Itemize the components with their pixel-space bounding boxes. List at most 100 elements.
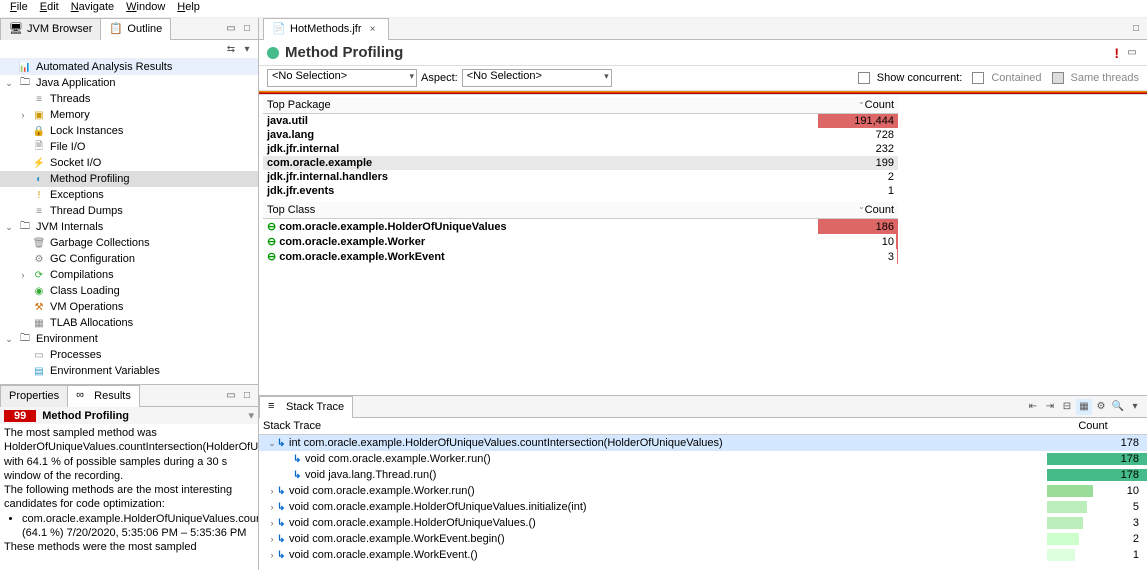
tree-root[interactable]: 📊Automated Analysis Results bbox=[0, 59, 258, 75]
col-header[interactable]: ⌄Count bbox=[818, 97, 898, 114]
stack-row[interactable]: ⌄↳int com.oracle.example.HolderOfUniqueV… bbox=[259, 435, 1147, 451]
tree-item[interactable]: ◐Method Profiling bbox=[0, 171, 258, 187]
stack-row[interactable]: ›↳void com.oracle.example.HolderOfUnique… bbox=[259, 499, 1147, 515]
gear-icon[interactable]: ⚙ bbox=[1093, 399, 1109, 415]
col-header[interactable]: Top Class bbox=[263, 202, 818, 219]
stack-row[interactable]: ›↳void com.oracle.example.WorkEvent.begi… bbox=[259, 531, 1147, 547]
stack-row[interactable]: ›↳void com.oracle.example.HolderOfUnique… bbox=[259, 515, 1147, 531]
tree-section[interactable]: ⌄🗀Java Application bbox=[0, 75, 258, 91]
link-icon[interactable]: ⇆ bbox=[224, 42, 238, 56]
tab-results[interactable]: ∞Results bbox=[67, 385, 140, 407]
menu-navigate[interactable]: Navigate bbox=[65, 0, 120, 17]
chevron-icon[interactable]: › bbox=[267, 486, 277, 496]
selection-combo[interactable]: <No Selection> bbox=[267, 69, 417, 87]
chevron-icon[interactable]: › bbox=[267, 534, 277, 544]
result-text: These methods were the most sampled bbox=[4, 540, 254, 554]
tree-item[interactable]: ≡Thread Dumps bbox=[0, 203, 258, 219]
chevron-icon[interactable]: ⌄ bbox=[4, 78, 14, 89]
warning-icon[interactable]: ! bbox=[1114, 45, 1119, 61]
tree-item[interactable]: ▤Environment Variables bbox=[0, 363, 258, 379]
maximize-icon[interactable]: □ bbox=[240, 22, 254, 36]
tree-item[interactable]: ›▣Memory bbox=[0, 107, 258, 123]
editor-tab[interactable]: 📄HotMethods.jfr× bbox=[263, 18, 389, 40]
tree-label: Automated Analysis Results bbox=[36, 61, 172, 73]
top-class-table[interactable]: Top Class⌄Count⊖com.oracle.example.Holde… bbox=[263, 202, 898, 264]
prev-icon[interactable]: ⇤ bbox=[1025, 399, 1041, 415]
tree-label: Environment bbox=[36, 333, 98, 345]
group-icon[interactable]: ▦ bbox=[1076, 399, 1092, 415]
chevron-icon[interactable]: › bbox=[18, 270, 28, 280]
item-icon: 🗑 bbox=[32, 236, 46, 250]
menu-file[interactable]: File bbox=[4, 0, 34, 17]
tree-item[interactable]: 🗎File I/O bbox=[0, 139, 258, 155]
panel-icon[interactable]: ▭ bbox=[1125, 46, 1139, 60]
table-row[interactable]: ⊖com.oracle.example.HolderOfUniqueValues… bbox=[263, 219, 898, 235]
cell-name: jdk.jfr.internal.handlers bbox=[263, 170, 818, 184]
chevron-icon[interactable]: ⌄ bbox=[4, 222, 14, 233]
stack-row[interactable]: ↳void java.lang.Thread.run()178 bbox=[259, 467, 1147, 483]
col-header[interactable]: Count bbox=[1043, 420, 1143, 432]
minimize-icon[interactable]: ▭ bbox=[224, 389, 238, 403]
table-row[interactable]: jdk.jfr.internal232 bbox=[263, 142, 898, 156]
next-icon[interactable]: ⇥ bbox=[1042, 399, 1058, 415]
stack-row[interactable]: ›↳void com.oracle.example.Worker.run()10 bbox=[259, 483, 1147, 499]
tree-item[interactable]: ⚒VM Operations bbox=[0, 299, 258, 315]
top-package-table[interactable]: Top Package⌄Countjava.util191,444java.la… bbox=[263, 97, 898, 198]
tree-section[interactable]: ⌄🗀JVM Internals bbox=[0, 219, 258, 235]
checkbox-label: Contained bbox=[991, 72, 1041, 84]
table-row[interactable]: java.util191,444 bbox=[263, 114, 898, 129]
aspect-combo[interactable]: <No Selection> bbox=[462, 69, 612, 87]
stack-row[interactable]: ›↳void com.oracle.example.WorkEvent.()1 bbox=[259, 547, 1147, 563]
chevron-icon[interactable]: › bbox=[267, 550, 277, 560]
item-icon: ◐ bbox=[32, 172, 46, 186]
chevron-icon[interactable]: ⌄ bbox=[4, 334, 14, 345]
tree-item[interactable]: ›⟳Compilations bbox=[0, 267, 258, 283]
show-concurrent-checkbox[interactable] bbox=[858, 72, 870, 84]
same-threads-checkbox[interactable] bbox=[1052, 72, 1064, 84]
col-header[interactable]: ⌄Count bbox=[818, 202, 898, 219]
cell-count: 186 bbox=[818, 219, 898, 235]
tree-section[interactable]: ⌄🗀Environment bbox=[0, 331, 258, 347]
tree-item[interactable]: ◉Class Loading bbox=[0, 283, 258, 299]
tab-jvm-browser[interactable]: 🖥JVM Browser bbox=[0, 18, 101, 40]
table-row[interactable]: jdk.jfr.internal.handlers2 bbox=[263, 170, 898, 184]
contained-checkbox[interactable] bbox=[972, 72, 984, 84]
menu-edit[interactable]: Edit bbox=[34, 0, 65, 17]
table-row[interactable]: ⊖com.oracle.example.WorkEvent3 bbox=[263, 249, 898, 264]
maximize-icon[interactable]: □ bbox=[1129, 22, 1143, 36]
stack-count: 3 bbox=[1047, 517, 1147, 529]
stack-row[interactable]: ↳void com.oracle.example.Worker.run()178 bbox=[259, 451, 1147, 467]
close-icon[interactable]: × bbox=[366, 22, 380, 36]
tree-item[interactable]: ≡Threads bbox=[0, 91, 258, 107]
tree-item[interactable]: 🔒Lock Instances bbox=[0, 123, 258, 139]
tree-item[interactable]: !Exceptions bbox=[0, 187, 258, 203]
table-row[interactable]: com.oracle.example199 bbox=[263, 156, 898, 170]
tree-item[interactable]: ▦TLAB Allocations bbox=[0, 315, 258, 331]
col-header[interactable]: Stack Trace bbox=[263, 420, 1043, 432]
tab-stack-trace[interactable]: ≡Stack Trace bbox=[259, 396, 353, 418]
tree-icon[interactable]: ⊟ bbox=[1059, 399, 1075, 415]
menu-window[interactable]: Window bbox=[120, 0, 171, 17]
table-row[interactable]: ⊖com.oracle.example.Worker10 bbox=[263, 234, 898, 249]
minimize-icon[interactable]: ▭ bbox=[224, 22, 238, 36]
tree-item[interactable]: ▭Processes bbox=[0, 347, 258, 363]
chevron-icon[interactable]: › bbox=[18, 110, 28, 120]
tree-item[interactable]: ⚙GC Configuration bbox=[0, 251, 258, 267]
chevron-icon[interactable]: › bbox=[267, 502, 277, 512]
find-icon[interactable]: 🔍 bbox=[1110, 399, 1126, 415]
col-header[interactable]: Top Package bbox=[263, 97, 818, 114]
tree-label: File I/O bbox=[50, 141, 85, 153]
tab-properties[interactable]: Properties bbox=[0, 385, 68, 407]
chevron-down-icon[interactable]: ▾ bbox=[248, 409, 254, 422]
menu-help[interactable]: Help bbox=[171, 0, 206, 17]
table-row[interactable]: jdk.jfr.events1 bbox=[263, 184, 898, 198]
tab-outline[interactable]: 📋Outline bbox=[100, 18, 171, 40]
maximize-icon[interactable]: □ bbox=[240, 389, 254, 403]
chevron-icon[interactable]: ⌄ bbox=[267, 438, 277, 449]
table-row[interactable]: java.lang728 bbox=[263, 128, 898, 142]
tree-item[interactable]: ⚡Socket I/O bbox=[0, 155, 258, 171]
menu-icon[interactable]: ▾ bbox=[240, 42, 254, 56]
chevron-icon[interactable]: › bbox=[267, 518, 277, 528]
menu-icon[interactable]: ▾ bbox=[1127, 399, 1143, 415]
tree-item[interactable]: 🗑Garbage Collections bbox=[0, 235, 258, 251]
